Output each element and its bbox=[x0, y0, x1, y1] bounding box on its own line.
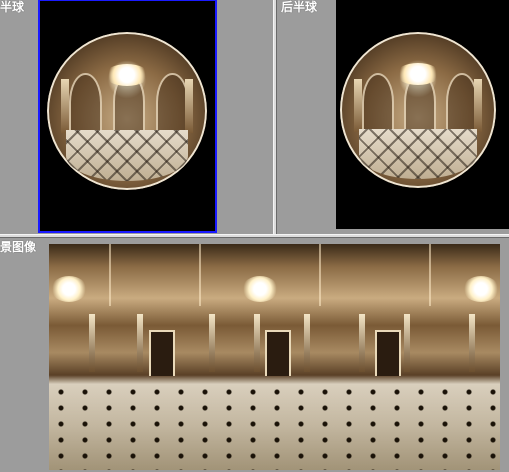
panorama-image[interactable] bbox=[49, 244, 500, 470]
ceiling-rib bbox=[109, 244, 111, 306]
floor-tiles bbox=[49, 384, 500, 470]
pillar bbox=[404, 314, 410, 372]
floor bbox=[358, 128, 478, 179]
pillar bbox=[254, 314, 260, 372]
pillar bbox=[304, 314, 310, 372]
chandelier bbox=[51, 276, 87, 302]
pillar bbox=[89, 314, 95, 372]
doorway bbox=[149, 330, 175, 376]
back-hemisphere-label: 后半球 bbox=[281, 0, 318, 14]
panorama-label: 景图像 bbox=[0, 240, 37, 254]
chandelier bbox=[463, 276, 499, 302]
pillar bbox=[359, 314, 365, 372]
arch bbox=[361, 72, 394, 131]
column bbox=[184, 79, 193, 134]
back-hemisphere-viewport[interactable] bbox=[336, 0, 509, 229]
arch bbox=[69, 73, 103, 132]
column bbox=[354, 78, 362, 132]
chandelier bbox=[104, 63, 150, 86]
ceiling-rib bbox=[429, 244, 431, 306]
front-fisheye-image bbox=[47, 32, 207, 190]
pillar bbox=[137, 314, 143, 372]
front-hemisphere-viewport[interactable] bbox=[38, 0, 217, 233]
chandelier bbox=[242, 276, 278, 302]
pillar bbox=[209, 314, 215, 372]
ceiling-rib bbox=[319, 244, 321, 306]
doorway bbox=[375, 330, 401, 376]
chandelier bbox=[396, 63, 440, 86]
pillar bbox=[469, 314, 475, 372]
ceiling-rib bbox=[199, 244, 201, 306]
column bbox=[61, 79, 70, 134]
doorway bbox=[265, 330, 291, 376]
back-fisheye-image bbox=[340, 32, 496, 188]
floor bbox=[66, 129, 188, 181]
column bbox=[474, 78, 482, 132]
front-hemisphere-label: 半球 bbox=[0, 0, 25, 14]
